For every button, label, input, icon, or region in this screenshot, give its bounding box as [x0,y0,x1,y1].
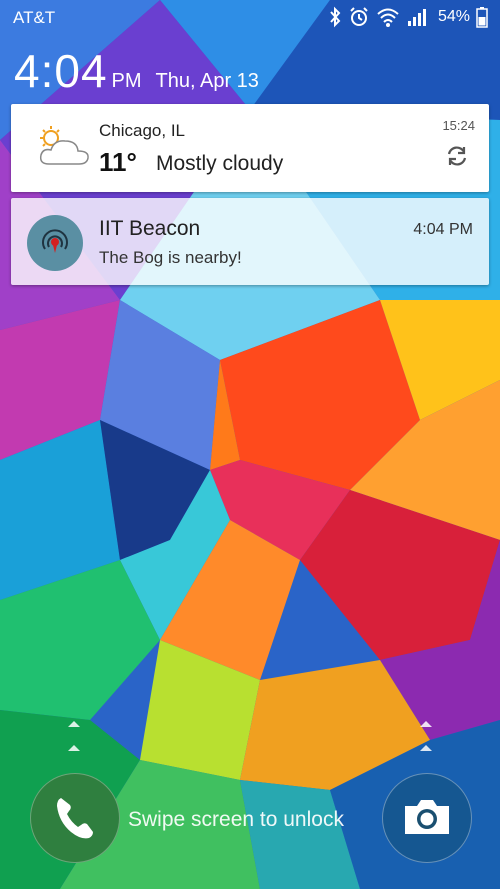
notification-title: IIT Beacon [99,217,201,240]
refresh-icon[interactable] [445,144,469,168]
partly-cloudy-icon [39,126,89,165]
signal-icon [407,9,426,26]
camera-shortcut-button[interactable] [382,773,472,863]
notification-card[interactable]: IIT Beacon The Bog is nearby! 4:04 PM [11,198,489,285]
unlock-hint: Swipe screen to unlock [128,808,344,831]
clock-ampm: PM [111,70,142,92]
battery-percent: 54% [437,8,470,25]
phone-icon [57,798,93,839]
weather-updated-time: 15:24 [442,118,475,133]
clock-date: Thu, Apr 13 [155,70,259,92]
weather-condition: Mostly cloudy [156,152,284,175]
weather-temperature: 11° [99,147,137,177]
wifi-icon [377,8,399,27]
alarm-icon [350,7,368,26]
clock-time: 4:04 [14,45,108,97]
camera-icon [405,800,449,834]
beacon-icon [27,215,83,271]
status-icons: 54% [328,6,488,28]
phone-shortcut-button[interactable] [30,773,120,863]
phone-swipe-chevrons [64,716,84,756]
notification-text: The Bog is nearby! [99,248,242,267]
status-bar: AT&T 54% [0,0,500,36]
weather-widget[interactable]: Chicago, IL 11° Mostly cloudy 15:24 [11,104,489,192]
notification-time: 4:04 PM [413,221,473,238]
carrier-label: AT&T [13,8,56,27]
lockscreen-clock: 4:04 PM Thu, Apr 13 [14,44,259,98]
battery-icon [476,7,488,28]
camera-swipe-chevrons [416,716,436,756]
bluetooth-icon [330,6,341,28]
weather-city: Chicago, IL [99,121,185,140]
